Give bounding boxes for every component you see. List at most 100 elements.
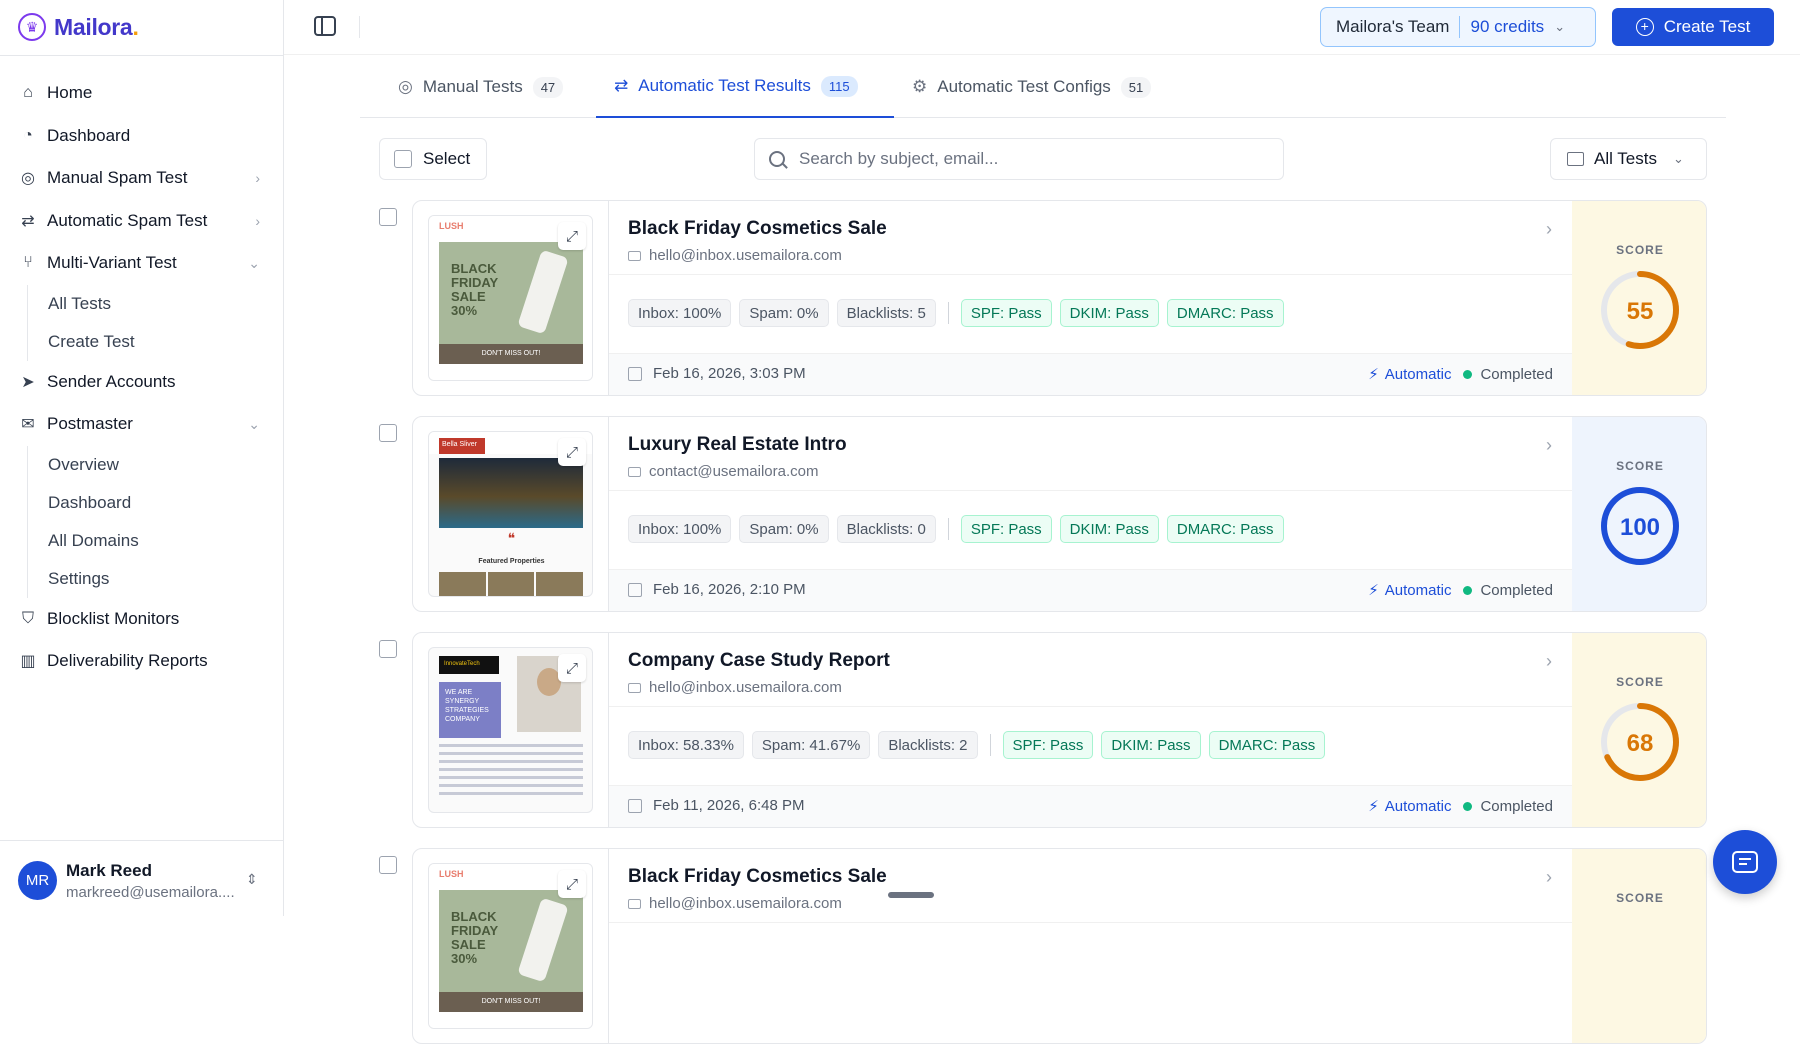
stat-pill: Spam: 0% [739, 299, 829, 327]
chevron-right-icon[interactable]: › [1546, 651, 1552, 672]
results-tabs: ◎ Manual Tests 47 ⇄ Automatic Test Resul… [360, 56, 1726, 118]
tab-automatic-test-configs[interactable]: ⚙ Automatic Test Configs 51 [912, 56, 1152, 118]
repeat-icon: ⇄ [614, 76, 629, 95]
team-divider [1459, 16, 1461, 38]
result-title[interactable]: Company Case Study Report [628, 650, 890, 672]
email-preview: InnovateTech WE ARE SYNERGY STRATEGIES CO… [413, 633, 609, 827]
chevron-right-icon[interactable]: › [255, 170, 260, 186]
sidebar-item-label: Manual Spam Test [47, 168, 188, 188]
auth-pass-pill: SPF: Pass [1002, 731, 1094, 759]
sidebar-toggle-icon[interactable] [314, 16, 336, 36]
status-dot [1463, 369, 1473, 379]
auth-pass-pill: DMARC: Pass [1166, 299, 1284, 327]
team-name: Mailora's Team [1336, 17, 1450, 36]
team-switcher[interactable]: Mailora's Team 90 credits ⌄ [1320, 7, 1596, 47]
bolt-icon: ⚡ [1368, 582, 1379, 599]
gear-icon: ⚙ [912, 77, 928, 96]
tab-label: Automatic Test Configs [937, 77, 1111, 96]
stat-pill: Inbox: 100% [628, 299, 732, 327]
expand-icon[interactable]: ⤢ [558, 870, 586, 898]
stat-pill: Inbox: 58.33% [628, 731, 744, 759]
result-body: Company Case Study Report hello@inbox.use… [609, 633, 1572, 827]
sidebar-item-dashboard[interactable]: ◔ Dashboard [0, 115, 284, 158]
topbar-divider [359, 16, 360, 38]
result-title[interactable]: Black Friday Cosmetics Sale [628, 218, 887, 240]
credits-count: 90 credits [1470, 17, 1545, 36]
result-status: ⚡ Automatic Completed [1368, 797, 1553, 816]
score-panel: SCORE [1572, 849, 1706, 1043]
sidebar-item-home[interactable]: ⌂ Home [0, 72, 284, 115]
target-icon: ◎ [21, 170, 35, 188]
chevron-down-icon: ⌄ [1673, 151, 1684, 166]
mail-icon [628, 898, 641, 909]
result-body: Black Friday Cosmetics Sale hello@inbox.u… [609, 201, 1572, 395]
search-box[interactable] [754, 138, 1284, 180]
stats-divider [947, 518, 949, 540]
search-input[interactable] [799, 149, 1259, 169]
sidebar-item-manual-spam-test[interactable]: ◎ Manual Spam Test › [0, 157, 284, 200]
calendar-icon [628, 582, 642, 597]
result-status: ⚡ Automatic Completed [1368, 365, 1553, 384]
score-value: 68 [1627, 730, 1654, 757]
result-title[interactable]: Black Friday Cosmetics Sale [628, 866, 887, 888]
calendar-icon [628, 366, 642, 381]
sidebar-item-label: Dashboard [47, 125, 131, 145]
score-label: SCORE [1616, 891, 1664, 905]
email-thumbnail[interactable]: LUSH BLACK FRIDAY SALE 30% DON'T MISS OUT!… [428, 863, 593, 1029]
row-checkbox[interactable] [379, 640, 397, 658]
test-filter-dropdown[interactable]: All Tests ⌄ [1550, 138, 1707, 180]
result-title[interactable]: Luxury Real Estate Intro [628, 434, 847, 456]
thumb-brand: Bella Sliver [439, 438, 485, 454]
email-thumbnail[interactable]: InnovateTech WE ARE SYNERGY STRATEGIES CO… [428, 647, 593, 813]
result-card[interactable]: LUSH BLACK FRIDAY SALE 30% DON'T MISS OUT!… [412, 848, 1707, 1044]
row-checkbox[interactable] [379, 856, 397, 874]
thumb-featured: Featured Properties [478, 558, 545, 565]
email-thumbnail[interactable]: Bella Sliver ❝ Featured Properties ⤢ [428, 431, 593, 597]
result-card[interactable]: LUSH BLACK FRIDAY SALE 30% DON'T MISS OUT!… [412, 200, 1707, 396]
result-row: Bella Sliver ❝ Featured Properties ⤢ Luxury … [0, 416, 1800, 612]
tab-automatic-test-results[interactable]: ⇄ Automatic Test Results 115 [596, 56, 894, 118]
select-all-checkbox[interactable] [394, 150, 412, 168]
stats-divider [989, 734, 991, 756]
expand-icon[interactable]: ⤢ [558, 654, 586, 682]
sidebar-divider [0, 55, 284, 56]
result-stats: Inbox: 100% Spam: 0% Blacklists: 5 SPF: Pas… [628, 299, 1284, 327]
dashboard-icon: ◔ [23, 126, 33, 144]
result-card[interactable]: Bella Sliver ❝ Featured Properties ⤢ Luxury … [412, 416, 1707, 612]
score-label: SCORE [1616, 459, 1664, 473]
email-thumbnail[interactable]: LUSH BLACK FRIDAY SALE 30% DON'T MISS OUT!… [428, 215, 593, 381]
row-checkbox[interactable] [379, 208, 397, 226]
row-checkbox[interactable] [379, 424, 397, 442]
mail-icon [628, 682, 641, 693]
thumb-banner: DON'T MISS OUT! [439, 992, 583, 1012]
select-all-button[interactable]: Select [379, 138, 487, 180]
topbar: Mailora's Team 90 credits ⌄ + Create Tes… [284, 0, 1800, 55]
logo[interactable]: ♛ Mailora. [18, 12, 139, 42]
tab-manual-tests[interactable]: ◎ Manual Tests 47 [398, 56, 564, 118]
result-footer: Feb 16, 2026, 3:03 PM ⚡ Automatic Completed [609, 353, 1572, 395]
bolt-icon: ⚡ [1368, 366, 1379, 383]
auth-pass-pill: DKIM: Pass [1101, 731, 1201, 759]
expand-icon[interactable]: ⤢ [558, 438, 586, 466]
sender-email: hello@inbox.usemailora.com [628, 247, 842, 264]
home-icon: ⌂ [23, 84, 33, 102]
chevron-right-icon[interactable]: › [1546, 435, 1552, 456]
chat-support-button[interactable] [1713, 830, 1777, 894]
result-divider [609, 922, 1572, 923]
expand-icon[interactable]: ⤢ [558, 222, 586, 250]
plus-circle-icon: + [1635, 18, 1654, 36]
chevron-right-icon[interactable]: › [1546, 219, 1552, 240]
mode-label: Automatic [1384, 581, 1452, 599]
score-ring: 68 [1601, 703, 1679, 781]
chevron-right-icon[interactable]: › [1546, 867, 1552, 888]
score-panel: SCORE 68 [1572, 633, 1706, 827]
result-row: InnovateTech WE ARE SYNERGY STRATEGIES CO… [0, 632, 1800, 828]
chevron-down-icon: ⌄ [1554, 19, 1566, 34]
email-preview: LUSH BLACK FRIDAY SALE 30% DON'T MISS OUT!… [413, 849, 609, 1043]
stat-pill: Spam: 41.67% [751, 731, 871, 759]
result-status: ⚡ Automatic Completed [1368, 581, 1553, 600]
create-test-button[interactable]: + Create Test [1612, 8, 1774, 46]
result-card[interactable]: InnovateTech WE ARE SYNERGY STRATEGIES CO… [412, 632, 1707, 828]
result-stats: Inbox: 100% Spam: 0% Blacklists: 0 SPF: Pas… [628, 515, 1284, 543]
scroll-indicator[interactable] [888, 892, 934, 898]
